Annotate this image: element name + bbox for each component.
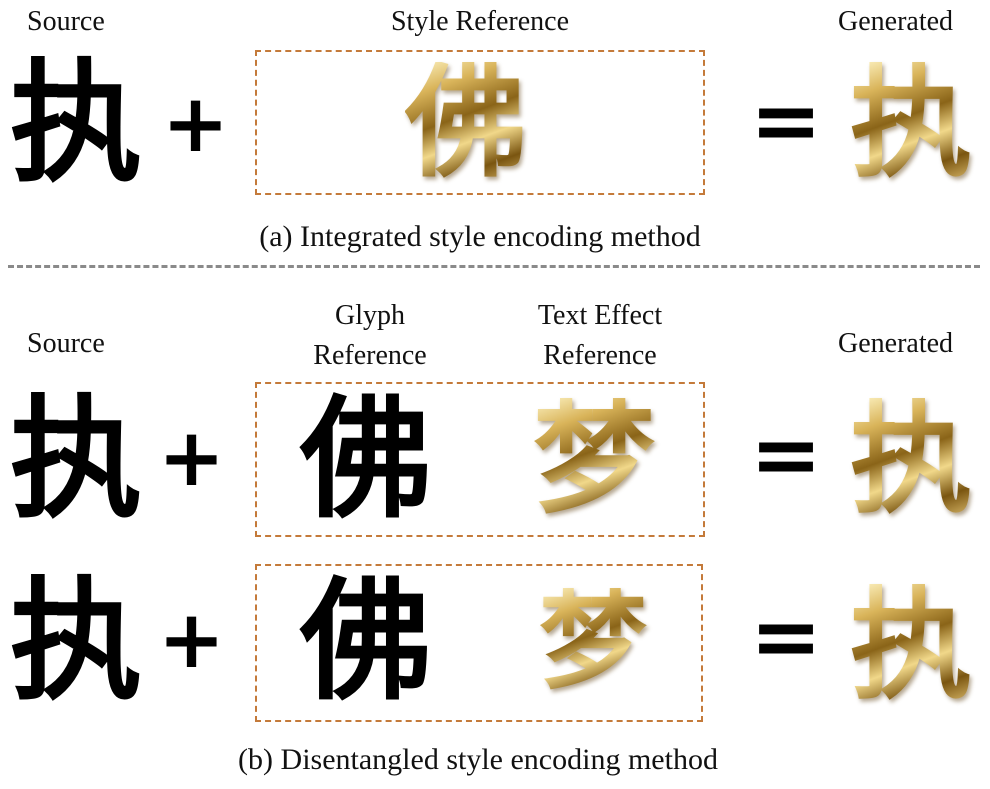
text-effect-reference-label-line2: Reference bbox=[543, 340, 657, 371]
style-reference-glyph: 佛 bbox=[405, 52, 527, 194]
equals-sign-b2: = bbox=[750, 587, 823, 687]
source-glyph-b2: 执 bbox=[10, 565, 142, 719]
equals-sign-a: = bbox=[750, 71, 823, 171]
generated-label-b: Generated bbox=[838, 328, 954, 359]
source-label-b: Source bbox=[27, 328, 105, 359]
text-effect-reference-glyph-row2: 梦 bbox=[538, 579, 647, 704]
generated-glyph-a: 执 bbox=[850, 52, 972, 194]
source-glyph-a: 执 bbox=[10, 47, 142, 201]
generated-glyph-b1: 执 bbox=[850, 388, 972, 530]
caption-a: (a) Integrated style encoding method bbox=[259, 220, 701, 253]
text-effect-reference-label-line1: Text Effect bbox=[537, 300, 663, 331]
plus-sign-b1: + bbox=[158, 411, 226, 504]
glyph-reference-glyph-row1: 佛 bbox=[300, 383, 432, 537]
plus-sign-b2: + bbox=[158, 593, 226, 686]
generated-glyph-b2: 执 bbox=[850, 574, 972, 716]
text-effect-reference-label: Text Effect Reference bbox=[538, 296, 662, 376]
glyph-reference-label: Glyph Reference bbox=[313, 296, 426, 376]
text-effect-reference-glyph-row1: 梦 bbox=[533, 388, 655, 530]
glyph-reference-label-line1: Glyph bbox=[335, 300, 405, 331]
style-reference-label: Style Reference bbox=[390, 6, 570, 37]
plus-sign-a: + bbox=[162, 77, 230, 170]
caption-b: (b) Disentangled style encoding method bbox=[238, 743, 718, 776]
equals-sign-b1: = bbox=[750, 405, 823, 505]
glyph-reference-glyph-row2: 佛 bbox=[300, 565, 432, 719]
section-separator bbox=[8, 265, 980, 268]
source-glyph-b1: 执 bbox=[10, 383, 142, 537]
source-label-a: Source bbox=[27, 6, 105, 37]
generated-label-a: Generated bbox=[838, 6, 954, 37]
glyph-reference-label-line2: Reference bbox=[313, 340, 427, 371]
